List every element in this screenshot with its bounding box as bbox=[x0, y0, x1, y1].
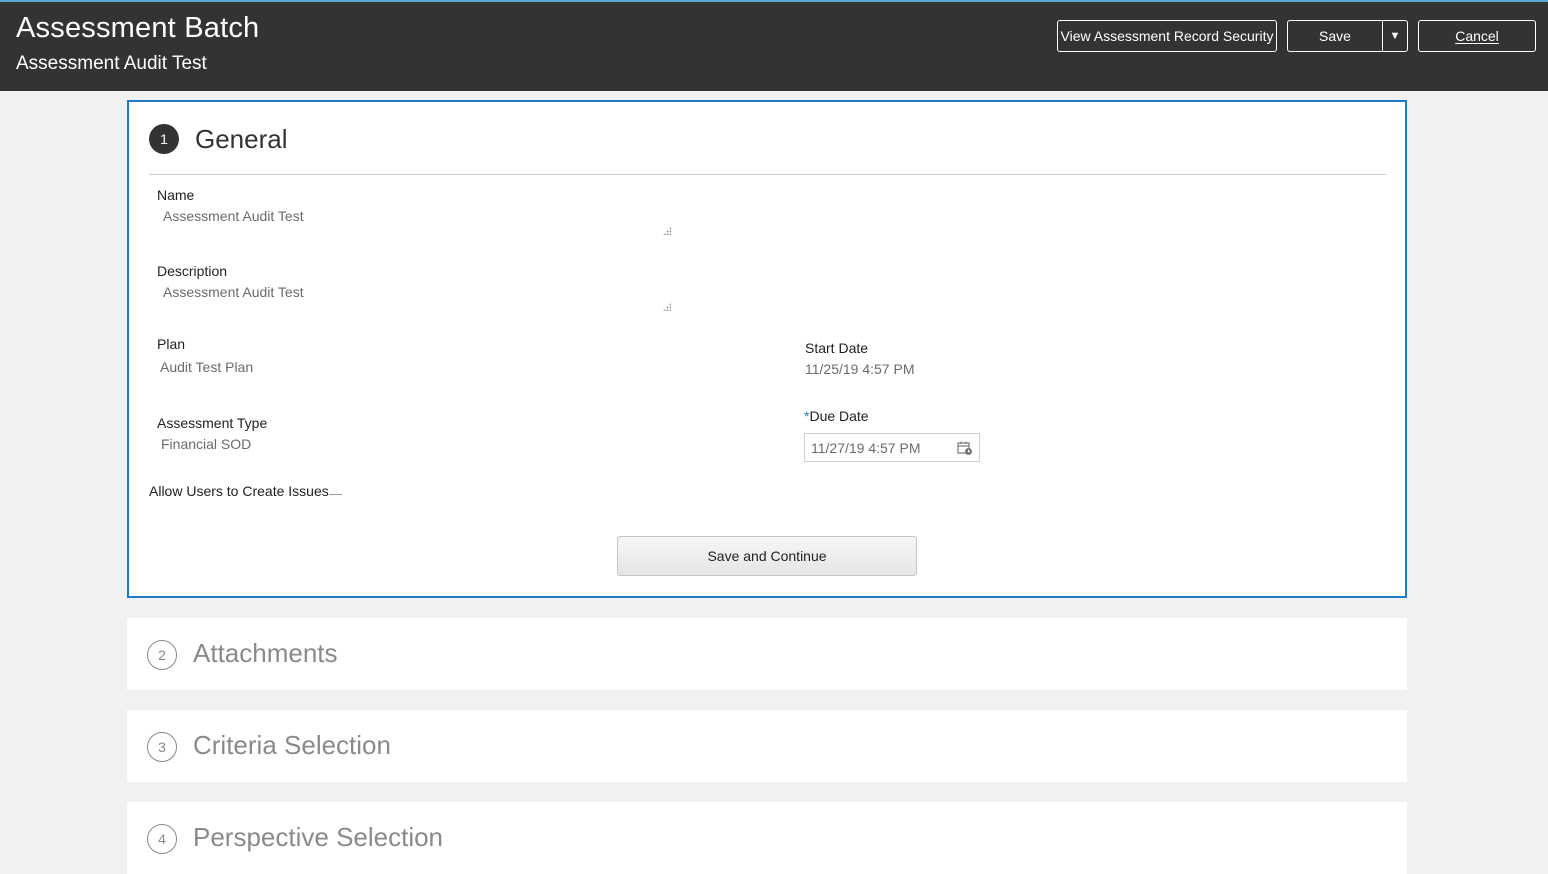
due-date-label-text: Due Date bbox=[809, 408, 869, 424]
name-resize-handle-icon[interactable] bbox=[663, 227, 671, 235]
step-title-attachments: Attachments bbox=[193, 638, 338, 668]
allow-issues-toggle[interactable] bbox=[329, 494, 342, 495]
allow-issues-label: Allow Users to Create Issues bbox=[149, 483, 329, 499]
name-label: Name bbox=[157, 187, 195, 203]
view-security-button[interactable]: View Assessment Record Security bbox=[1057, 20, 1277, 52]
general-step-panel: 1 General Name Assessment Audit Test Des… bbox=[127, 100, 1407, 598]
cancel-button-label: Cancel bbox=[1455, 28, 1499, 44]
save-split-button: Save ▼ bbox=[1287, 20, 1408, 52]
step-number-badge: 3 bbox=[147, 732, 177, 762]
description-label: Description bbox=[157, 263, 228, 279]
plan-value: Audit Test Plan bbox=[160, 359, 254, 375]
step-title-criteria-selection: Criteria Selection bbox=[193, 730, 391, 760]
start-date-value: 11/25/19 4:57 PM bbox=[805, 361, 915, 377]
calendar-icon[interactable] bbox=[957, 440, 973, 456]
name-field[interactable]: Assessment Audit Test bbox=[163, 208, 304, 224]
section-divider bbox=[149, 174, 1386, 175]
save-button[interactable]: Save bbox=[1288, 28, 1382, 44]
criteria-selection-step-panel[interactable]: 3 Criteria Selection bbox=[127, 710, 1407, 782]
page-header: Assessment Batch Assessment Audit Test V… bbox=[0, 2, 1548, 91]
description-field[interactable]: Assessment Audit Test bbox=[163, 284, 304, 300]
perspective-selection-step-panel[interactable]: 4 Perspective Selection bbox=[127, 802, 1407, 874]
step-number-badge: 2 bbox=[147, 640, 177, 670]
step-number-badge: 4 bbox=[147, 824, 177, 854]
step-number-badge: 1 bbox=[149, 124, 179, 154]
save-menu-chevron-down-icon[interactable]: ▼ bbox=[1383, 21, 1407, 51]
start-date-label: Start Date bbox=[805, 340, 869, 356]
cancel-button[interactable]: Cancel bbox=[1418, 20, 1536, 52]
page-subtitle: Assessment Audit Test bbox=[16, 53, 207, 74]
step-title-perspective-selection: Perspective Selection bbox=[193, 822, 444, 852]
due-date-value: 11/27/19 4:57 PM bbox=[811, 439, 921, 456]
page-title: Assessment Batch bbox=[16, 12, 260, 44]
attachments-step-panel[interactable]: 2 Attachments bbox=[127, 618, 1407, 690]
assessment-type-value: Financial SOD bbox=[161, 436, 252, 452]
step-title-general[interactable]: General bbox=[195, 124, 288, 155]
save-and-continue-button[interactable]: Save and Continue bbox=[617, 536, 917, 576]
description-resize-handle-icon[interactable] bbox=[663, 303, 671, 311]
due-date-label: *Due Date bbox=[804, 408, 869, 424]
due-date-input[interactable]: 11/27/19 4:57 PM bbox=[804, 433, 980, 462]
assessment-type-label: Assessment Type bbox=[157, 415, 268, 431]
plan-label: Plan bbox=[157, 336, 186, 352]
